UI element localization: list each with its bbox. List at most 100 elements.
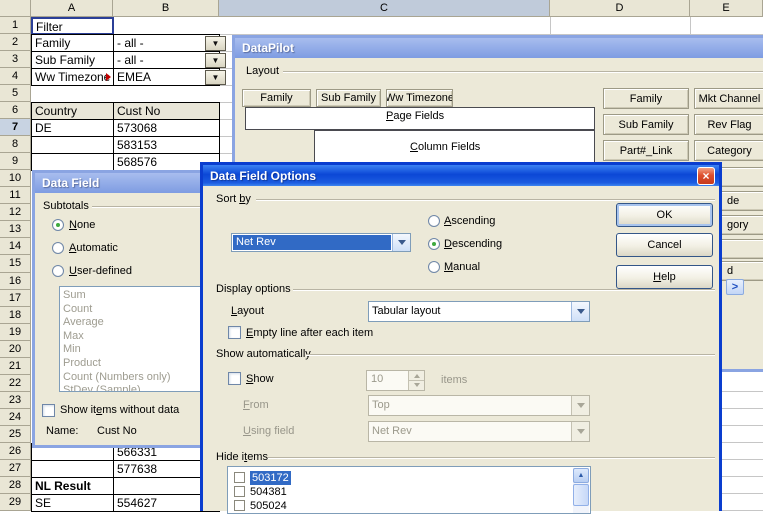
row1-cells[interactable] bbox=[219, 17, 763, 35]
function-item[interactable]: Count (Numbers only) bbox=[63, 371, 171, 384]
page-filter-dropdown-icon[interactable]: ▼ bbox=[205, 53, 226, 68]
field-button-sub-family[interactable]: Sub Family bbox=[603, 114, 689, 135]
row-header-25[interactable]: 25 bbox=[0, 426, 31, 443]
row-header-4[interactable]: 4 bbox=[0, 68, 31, 85]
row-header-13[interactable]: 13 bbox=[0, 221, 31, 238]
row-header-15[interactable]: 15 bbox=[0, 255, 31, 273]
hide-item-checkbox[interactable] bbox=[234, 472, 245, 483]
help-button[interactable]: Help bbox=[616, 265, 713, 289]
page-field-button-2[interactable]: Ww Timezone bbox=[386, 89, 453, 107]
cell-empty[interactable] bbox=[31, 460, 114, 478]
more-fields-chevron-button[interactable]: > bbox=[726, 279, 744, 295]
page-filter-dropdown-icon[interactable]: ▼ bbox=[205, 36, 226, 51]
function-item[interactable]: Max bbox=[63, 330, 84, 343]
empty-line-checkbox[interactable] bbox=[228, 326, 241, 339]
row-header-24[interactable]: 24 bbox=[0, 409, 31, 426]
radio-ascending[interactable] bbox=[428, 215, 440, 227]
page-field-button-0[interactable]: Family bbox=[242, 89, 311, 107]
cell-empty[interactable] bbox=[31, 136, 114, 154]
function-item[interactable]: Sum bbox=[63, 289, 86, 302]
col-header-D[interactable]: D bbox=[550, 0, 690, 17]
layout-combobox[interactable]: Tabular layout bbox=[368, 301, 590, 322]
row-header-3[interactable]: 3 bbox=[0, 51, 31, 68]
ok-button[interactable]: OK bbox=[616, 203, 713, 227]
datapilot-titlebar[interactable]: DataPilot bbox=[235, 38, 763, 58]
field-button-part-link[interactable]: Part#_Link bbox=[603, 140, 689, 161]
row-header-1[interactable]: 1 bbox=[0, 17, 31, 34]
cell-b7[interactable]: 573068 bbox=[113, 119, 220, 137]
cell-a4[interactable]: Ww Timezone bbox=[31, 68, 114, 86]
col-header-C[interactable]: C bbox=[219, 0, 550, 17]
row-header-11[interactable]: 11 bbox=[0, 187, 31, 204]
items-count-spinner[interactable]: 10 bbox=[366, 370, 425, 391]
function-item[interactable]: Average bbox=[63, 316, 104, 329]
row-header-6[interactable]: 6 bbox=[0, 102, 31, 119]
row-header-17[interactable]: 17 bbox=[0, 290, 31, 307]
cell-b3[interactable]: - all - bbox=[113, 51, 220, 69]
row-header-8[interactable]: 8 bbox=[0, 136, 31, 153]
field-button-mkt-channel[interactable]: Mkt Channel bbox=[694, 88, 763, 109]
row-header-29[interactable]: 29 bbox=[0, 494, 31, 511]
close-icon[interactable]: × bbox=[697, 167, 715, 185]
row-header-14[interactable]: 14 bbox=[0, 238, 31, 255]
hide-items-scrollbar[interactable]: ▲ bbox=[573, 468, 589, 513]
cell-a2[interactable]: Family bbox=[31, 34, 114, 52]
hide-item-checkbox[interactable] bbox=[234, 500, 245, 511]
page-fields-area[interactable]: Page Fields bbox=[245, 107, 595, 130]
page-field-button-1[interactable]: Sub Family bbox=[316, 89, 381, 107]
corner-header[interactable] bbox=[0, 0, 31, 17]
cell-a28[interactable]: NL Result bbox=[31, 477, 114, 495]
radio-user-defined[interactable] bbox=[52, 265, 64, 277]
row-header-12[interactable]: 12 bbox=[0, 204, 31, 221]
row-header-2[interactable]: 2 bbox=[0, 34, 31, 51]
cell-b2[interactable]: - all - bbox=[113, 34, 220, 52]
row-header-20[interactable]: 20 bbox=[0, 341, 31, 358]
show-items-without-data-checkbox[interactable] bbox=[42, 404, 55, 417]
cell-b4[interactable]: EMEA bbox=[113, 68, 220, 86]
row-header-28[interactable]: 28 bbox=[0, 477, 31, 494]
scrollbar-thumb[interactable] bbox=[573, 484, 589, 506]
hide-items-list[interactable]: ▲ 503172504381505024504107 bbox=[227, 466, 591, 514]
page-filter-dropdown-icon[interactable]: ▼ bbox=[205, 70, 226, 85]
cell-b8[interactable]: 583153 bbox=[113, 136, 220, 154]
subtotal-functions-list[interactable]: SumCountAverageMaxMinProductCount (Numbe… bbox=[59, 286, 202, 392]
cell-a3[interactable]: Sub Family bbox=[31, 51, 114, 69]
row-header-21[interactable]: 21 bbox=[0, 358, 31, 375]
cell-empty[interactable] bbox=[31, 153, 114, 171]
field-button-rev-flag[interactable]: Rev Flag bbox=[694, 114, 763, 135]
row-header-9[interactable]: 9 bbox=[0, 153, 31, 170]
row-header-7[interactable]: 7 bbox=[0, 119, 31, 136]
field-button-category[interactable]: Category bbox=[694, 140, 763, 161]
function-item[interactable]: Min bbox=[63, 343, 81, 356]
cell-a7[interactable]: DE bbox=[31, 119, 114, 137]
row-header-10[interactable]: 10 bbox=[0, 170, 31, 187]
row-header-16[interactable]: 16 bbox=[0, 273, 31, 290]
cell-a1[interactable]: Filter bbox=[31, 17, 114, 35]
row-header-18[interactable]: 18 bbox=[0, 307, 31, 324]
function-item[interactable]: StDev (Sample) bbox=[63, 384, 141, 392]
scroll-up-icon[interactable]: ▲ bbox=[573, 468, 589, 483]
cell-a29[interactable]: SE bbox=[31, 494, 114, 512]
combo-arrow-icon[interactable] bbox=[571, 302, 589, 321]
radio-manual[interactable] bbox=[428, 261, 440, 273]
radio-automatic[interactable] bbox=[52, 242, 64, 254]
spinner-down-icon[interactable] bbox=[409, 380, 424, 390]
cancel-button[interactable]: Cancel bbox=[616, 233, 713, 257]
bottom-right-cells[interactable] bbox=[722, 375, 763, 511]
row-header-27[interactable]: 27 bbox=[0, 460, 31, 477]
row-header-23[interactable]: 23 bbox=[0, 392, 31, 409]
cell-a6[interactable]: Country bbox=[31, 102, 114, 120]
cell-b6[interactable]: Cust No bbox=[113, 102, 220, 120]
col-header-E[interactable]: E bbox=[690, 0, 763, 17]
sort-field-combobox[interactable]: Net Rev bbox=[231, 233, 411, 252]
radio-none[interactable] bbox=[52, 219, 64, 231]
col-header-B[interactable]: B bbox=[113, 0, 219, 17]
spinner-up-icon[interactable] bbox=[409, 371, 424, 380]
hide-item-checkbox[interactable] bbox=[234, 486, 245, 497]
row-header-19[interactable]: 19 bbox=[0, 324, 31, 341]
row-header-26[interactable]: 26 bbox=[0, 443, 31, 460]
radio-descending[interactable] bbox=[428, 238, 440, 250]
field-button-family[interactable]: Family bbox=[603, 88, 689, 109]
row-header-5[interactable]: 5 bbox=[0, 85, 31, 102]
col-header-A[interactable]: A bbox=[31, 0, 113, 17]
